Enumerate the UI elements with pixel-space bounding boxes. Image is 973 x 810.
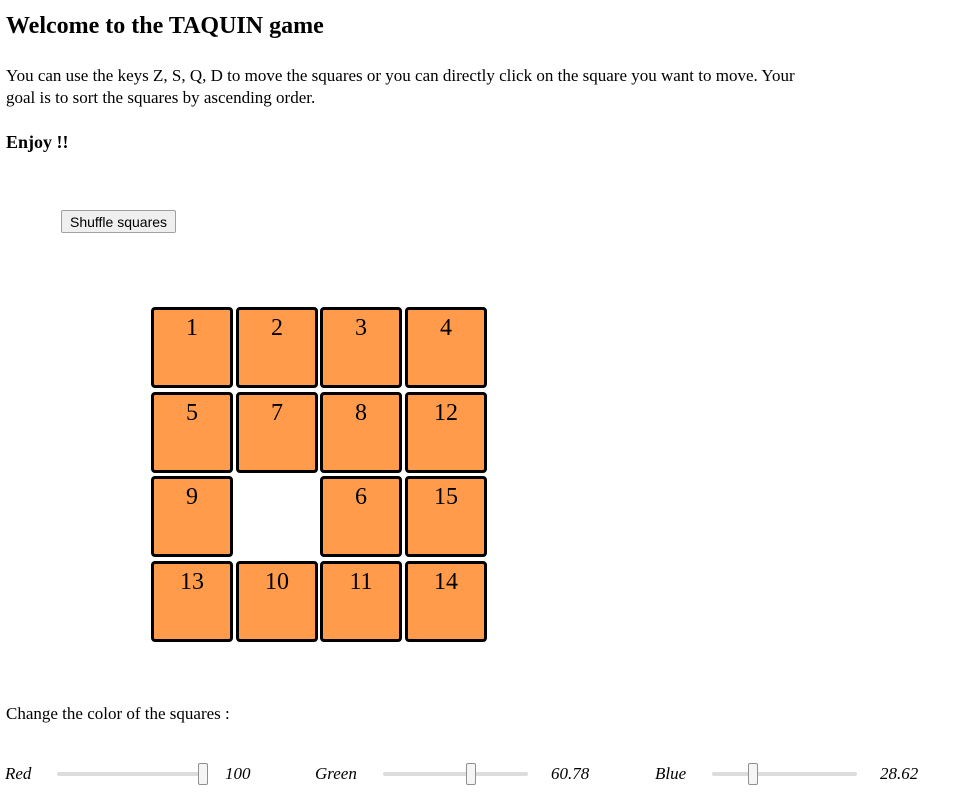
puzzle-tile[interactable]: 4 xyxy=(405,307,487,388)
puzzle-tile[interactable]: 1 xyxy=(151,307,233,388)
puzzle-tile[interactable]: 5 xyxy=(151,392,233,473)
puzzle-tile[interactable]: 12 xyxy=(405,392,487,473)
page-title: Welcome to the TAQUIN game xyxy=(6,13,324,39)
color-panel-label: Change the color of the squares : xyxy=(6,704,230,723)
enjoy-text: Enjoy !! xyxy=(6,132,69,152)
puzzle-tile[interactable]: 11 xyxy=(320,561,402,642)
color-sliders: Red 100 Green 60.78 Blue 28.62 xyxy=(0,760,973,790)
blue-slider-value: 28.62 xyxy=(880,764,919,783)
green-slider-thumb[interactable] xyxy=(466,763,476,785)
puzzle-tile[interactable]: 3 xyxy=(320,307,402,388)
puzzle-tile[interactable]: 15 xyxy=(405,476,487,557)
red-slider[interactable] xyxy=(57,763,208,785)
puzzle-board: 1 2 3 4 5 7 8 12 9 6 15 13 10 11 14 xyxy=(151,307,491,645)
blue-slider-thumb[interactable] xyxy=(748,763,758,785)
red-slider-thumb[interactable] xyxy=(198,763,208,785)
red-slider-value: 100 xyxy=(225,764,251,783)
green-slider[interactable] xyxy=(383,763,528,785)
puzzle-tile[interactable]: 7 xyxy=(236,392,318,473)
puzzle-tile[interactable]: 13 xyxy=(151,561,233,642)
puzzle-tile[interactable]: 14 xyxy=(405,561,487,642)
instructions-text: You can use the keys Z, S, Q, D to move … xyxy=(6,66,795,107)
puzzle-tile[interactable]: 6 xyxy=(320,476,402,557)
empty-slot xyxy=(236,476,318,557)
puzzle-tile[interactable]: 9 xyxy=(151,476,233,557)
green-slider-value: 60.78 xyxy=(551,764,590,783)
green-slider-label: Green xyxy=(315,764,357,783)
puzzle-tile[interactable]: 2 xyxy=(236,307,318,388)
blue-slider[interactable] xyxy=(712,763,857,785)
shuffle-squares-button[interactable]: Shuffle squares xyxy=(61,210,177,233)
puzzle-tile[interactable]: 10 xyxy=(236,561,318,642)
blue-slider-label: Blue xyxy=(655,764,687,783)
red-slider-label: Red xyxy=(5,764,32,783)
puzzle-tile[interactable]: 8 xyxy=(320,392,402,473)
